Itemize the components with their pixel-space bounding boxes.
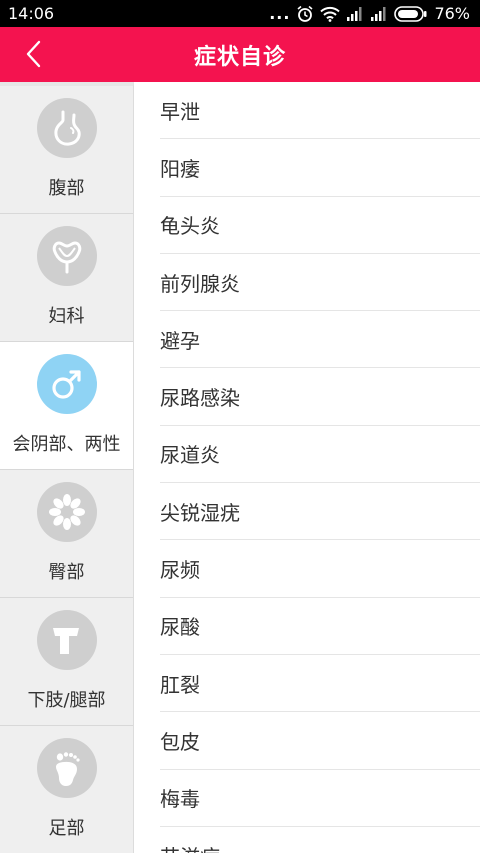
list-item[interactable]: 早泄 xyxy=(160,82,480,140)
sidebar-item-genital[interactable]: 会阴部、两性 xyxy=(0,342,133,470)
list-item[interactable]: 尿酸 xyxy=(160,598,480,655)
status-icons: ... 76% xyxy=(269,4,470,23)
status-time: 14:06 xyxy=(8,4,55,23)
flower-icon xyxy=(36,482,97,542)
sidebar-item-abdomen[interactable]: 腹部 xyxy=(0,86,133,214)
content-area: 腹部 妇科 会阴部、两性 臀部 下肢/腿部 足部 早泄 阳痿 龟头炎 前列腺炎 … xyxy=(0,82,480,853)
sidebar-item-label: 臀部 xyxy=(48,562,85,583)
sidebar-item-lower-limbs[interactable]: 下肢/腿部 xyxy=(0,598,133,726)
list-item[interactable]: 艾滋病 xyxy=(160,827,480,853)
sidebar-item-gynecology[interactable]: 妇科 xyxy=(0,214,133,342)
wifi-icon xyxy=(320,6,341,22)
stomach-icon xyxy=(36,98,97,158)
sidebar-item-label: 妇科 xyxy=(48,306,85,327)
list-item[interactable]: 龟头炎 xyxy=(160,197,480,254)
footprint-icon xyxy=(36,738,97,798)
list-item[interactable]: 肛裂 xyxy=(160,655,480,713)
back-button[interactable] xyxy=(18,39,48,69)
list-item[interactable]: 尿道炎 xyxy=(160,426,480,484)
sidebar-item-label: 会阴部、两性 xyxy=(12,434,121,455)
body-part-sidebar: 腹部 妇科 会阴部、两性 臀部 下肢/腿部 足部 xyxy=(0,82,134,853)
sidebar-item-label: 下肢/腿部 xyxy=(27,690,106,711)
male-symbol-icon xyxy=(36,354,97,414)
signal-icon-1 xyxy=(346,6,364,21)
app-header: 症状自诊 xyxy=(0,27,480,82)
uterus-icon xyxy=(36,226,97,286)
alarm-icon xyxy=(296,5,314,23)
list-item[interactable]: 避孕 xyxy=(160,311,480,369)
list-item[interactable]: 尿路感染 xyxy=(160,368,480,426)
page-title: 症状自诊 xyxy=(193,44,286,70)
sidebar-item-label: 足部 xyxy=(48,818,85,839)
list-item[interactable]: 包皮 xyxy=(160,712,480,770)
battery-percent: 76% xyxy=(434,4,470,23)
chevron-left-icon xyxy=(26,40,41,68)
battery-icon xyxy=(394,5,428,22)
list-item[interactable]: 尖锐湿疣 xyxy=(160,483,480,541)
sidebar-item-label: 腹部 xyxy=(48,178,85,199)
sidebar-item-feet[interactable]: 足部 xyxy=(0,726,133,853)
symptom-list: 早泄 阳痿 龟头炎 前列腺炎 避孕 尿路感染 尿道炎 尖锐湿疣 尿频 尿酸 肛裂… xyxy=(134,82,480,853)
list-item[interactable]: 尿频 xyxy=(160,540,480,598)
status-bar: 14:06 ... 76% xyxy=(0,0,480,27)
leg-icon xyxy=(36,610,97,670)
sidebar-item-buttocks[interactable]: 臀部 xyxy=(0,470,133,598)
signal-icon-2 xyxy=(370,6,388,21)
list-item[interactable]: 前列腺炎 xyxy=(160,254,480,312)
list-item[interactable]: 阳痿 xyxy=(160,139,480,197)
list-item[interactable]: 梅毒 xyxy=(160,770,480,827)
notification-dots: ... xyxy=(269,4,291,23)
